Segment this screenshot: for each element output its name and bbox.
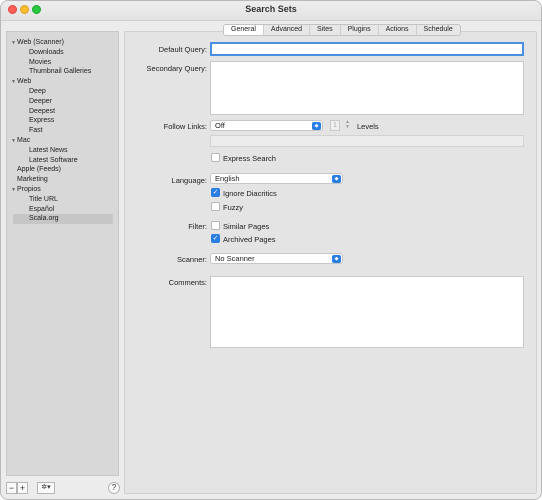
sidebar-item-label: Latest Software [29,156,78,164]
archived-pages-label: Archived Pages [223,235,276,244]
sidebar-item[interactable]: Latest News [29,146,68,156]
tab-actions[interactable]: Actions [379,25,417,35]
fuzzy-label: Fuzzy [223,203,244,212]
comments-textarea[interactable] [210,276,524,348]
tab-advanced[interactable]: Advanced [264,25,311,35]
gear-icon[interactable]: ✲▾ [37,482,55,494]
levels-stepper-icon[interactable]: ▲ ▼ [344,120,351,131]
default-query-input[interactable] [210,42,524,56]
popup-chevron-icon: ◆ [332,255,341,263]
sidebar-item-label: Fast [29,127,43,135]
sidebar-item[interactable]: Deep [29,87,46,97]
sidebar-item-label: Deeper [29,97,52,105]
similar-pages-checkbox[interactable] [211,221,220,230]
sidebar-item[interactable]: ▼Mac [11,136,30,146]
sidebar-item-label: Mac [17,137,31,144]
ignore-diacritics-checkbox[interactable]: ✓ [211,188,220,197]
tab-bar: General Advanced Sites Plugins Actions Schedu… [223,24,461,36]
language-label: Language: [171,176,207,185]
sidebar-item[interactable]: Deepest [29,107,55,117]
sidebar-item[interactable]: Marketing [11,175,48,185]
secondary-query-label: Secondary Query: [146,64,207,73]
follow-links-label: Follow Links: [163,122,207,131]
sidebar-item[interactable]: Scala.org [13,214,113,225]
scanner-popup[interactable]: No Scanner ◆ [210,253,343,264]
title-bar: Search Sets [1,1,541,21]
sidebar-item-label: Latest News [29,146,68,154]
filter-label: Filter: [188,222,207,231]
sidebar-item-label: Downloads [29,48,64,56]
sidebar-item[interactable]: Fast [29,126,43,136]
help-button[interactable]: ? [108,482,120,494]
sidebar-item-label: Deepest [29,107,56,115]
sidebar-item[interactable]: Español [29,205,54,215]
language-popup[interactable]: English ◆ [210,173,343,184]
sidebar-item[interactable]: Latest Software [29,156,78,166]
sidebar-item[interactable]: ▼Propios [11,185,41,195]
sidebar-item[interactable]: Title URL [29,195,58,205]
comments-label: Comments: [168,278,207,287]
tab-plugins[interactable]: Plugins [341,25,379,35]
follow-links-popup[interactable]: Off ◆ [210,120,323,131]
sidebar-item[interactable]: Deeper [29,97,52,107]
sidebar-item[interactable]: Express [29,116,54,126]
language-value: English [215,174,240,183]
secondary-query-textarea[interactable] [210,61,524,115]
default-query-label: Default Query: [158,45,207,54]
fuzzy-checkbox[interactable] [211,202,220,211]
sidebar-item[interactable]: Apple (Feeds) [11,165,61,175]
express-search-checkbox[interactable] [211,153,220,162]
sidebar-item-label: Marketing [17,176,48,184]
sidebar-item-label: Title URL [29,195,58,203]
levels-field[interactable]: 1 [330,120,340,131]
follow-links-detail-field [210,135,524,147]
sidebar-item-label: Movies [29,58,52,66]
sidebar-item-label: Español [29,205,55,213]
archived-pages-checkbox[interactable]: ✓ [211,234,220,243]
sidebar-item[interactable]: ▼Web (Scanner) [11,38,64,48]
sidebar-item-label: Thumbnail Galleries [29,68,92,76]
sidebar-item-label: Web [17,78,32,86]
similar-pages-label: Similar Pages [223,222,270,231]
search-sets-window: Search Sets ▼Web (Scanner) Downloads Movie… [0,0,542,500]
sidebar-item[interactable]: ▼Web [11,77,31,87]
tab-schedule[interactable]: Schedule [417,25,460,35]
sidebar-item-label: Deep [29,88,46,95]
levels-label: Levels [357,122,379,131]
sidebar-item-label: Apple (Feeds) [17,166,61,174]
tab-sites[interactable]: Sites [310,25,341,35]
search-sets-sidebar: ▼Web (Scanner) Downloads Movies Thumbnail G… [6,31,119,476]
sidebar-item-label: Express [29,117,55,125]
window-title: Search Sets [245,4,297,14]
sidebar-item-label: Propios [17,186,41,193]
ignore-diacritics-label: Ignore Diacritics [223,189,277,198]
follow-links-value: Off [215,121,225,130]
sidebar-item-label: Scala.org [29,215,59,223]
add-set-button[interactable]: + [17,482,28,494]
sidebar-item[interactable]: Movies [29,58,51,68]
tab-general[interactable]: General [224,25,264,35]
popup-chevron-icon: ◆ [312,122,321,130]
express-search-label: Express Search [223,154,276,163]
popup-chevron-icon: ◆ [332,175,341,183]
remove-set-button[interactable]: − [6,482,17,494]
sidebar-item[interactable]: Thumbnail Galleries [29,67,91,77]
scanner-label: Scanner: [176,255,207,264]
sidebar-item-label: Web (Scanner) [17,39,64,46]
scanner-value: No Scanner [215,254,255,263]
sidebar-item[interactable]: Downloads [29,48,64,58]
